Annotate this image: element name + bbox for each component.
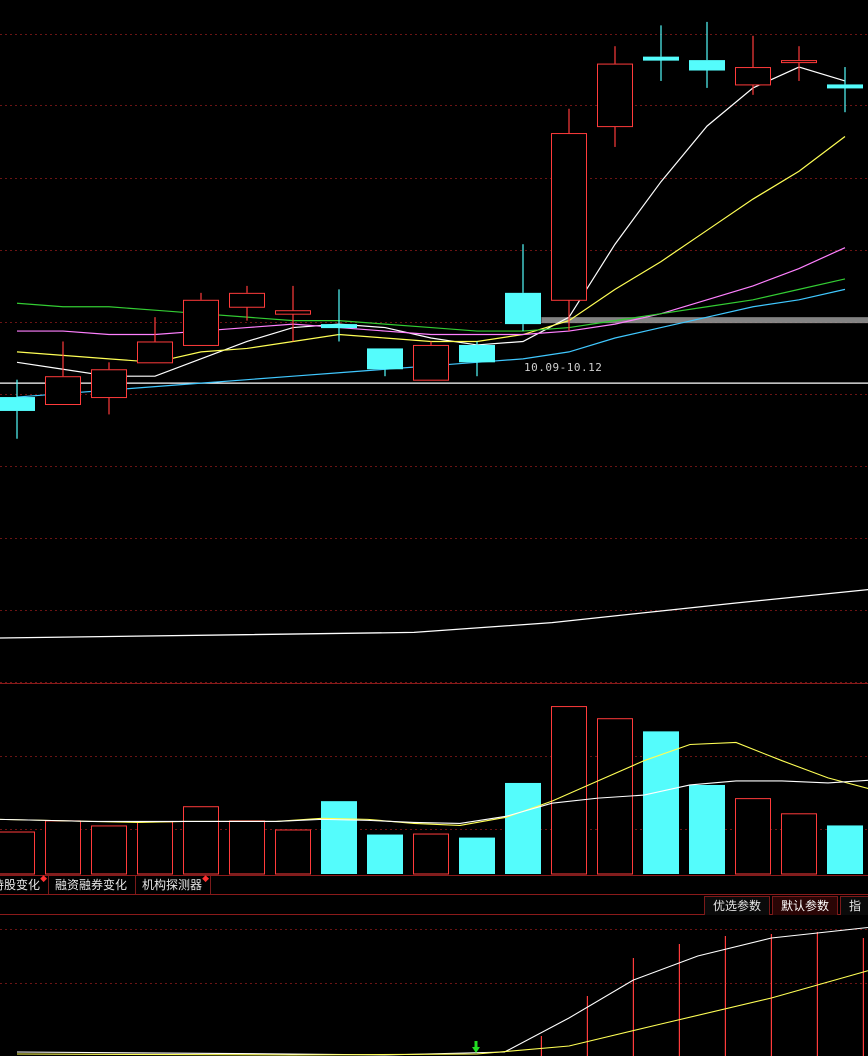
candle-body-up bbox=[91, 369, 127, 399]
candle-body-up bbox=[183, 299, 219, 346]
sub-indicator-panel bbox=[16, 926, 868, 1056]
tab-label: 机构探测器 bbox=[142, 878, 203, 892]
volume-bar-up bbox=[91, 825, 127, 875]
volume-bar-up bbox=[413, 833, 449, 875]
candle-body-down bbox=[459, 344, 495, 363]
indicator-params-button[interactable]: 指 bbox=[840, 896, 868, 915]
volume-bar-up bbox=[275, 829, 311, 875]
volume-bar-up bbox=[551, 706, 587, 875]
volume-bar-down bbox=[505, 782, 541, 874]
parameter-tabs: 优选参数 默认参数 指 bbox=[702, 896, 868, 915]
candle-body-up bbox=[735, 67, 771, 86]
candle-body-up bbox=[229, 292, 265, 308]
tab-label: 融资融券变化 bbox=[55, 878, 128, 892]
sub-indicator-line-ma1 bbox=[16, 926, 868, 1056]
sub-indicator-line-ma2 bbox=[16, 970, 868, 1056]
candle-body-up bbox=[781, 60, 817, 64]
new-dot-icon: ◆ bbox=[40, 874, 48, 884]
moving-average-line-ma4 bbox=[16, 278, 846, 332]
candle-body-down bbox=[689, 60, 725, 71]
volume-bar-down bbox=[321, 801, 357, 874]
volume-bar-up bbox=[735, 798, 771, 875]
volume-bar-down bbox=[827, 825, 863, 874]
preferred-params-button[interactable]: 优选参数 bbox=[704, 896, 771, 915]
indicator-tab-bar: 持股变化 ◆ 融资融券变化 机构探测器 ◆ bbox=[0, 874, 868, 894]
candle-body-down bbox=[321, 324, 357, 329]
candle-body-down bbox=[505, 292, 541, 325]
moving-average-line-ma2 bbox=[16, 136, 846, 363]
tab-holdings-change[interactable]: 持股变化 ◆ bbox=[0, 874, 50, 894]
candle-body-down bbox=[827, 84, 863, 89]
volume-bar-up bbox=[0, 831, 35, 875]
candle-body-down bbox=[0, 397, 35, 411]
volume-bar-down bbox=[367, 834, 403, 874]
tab-margin-trading-change[interactable]: 融资融券变化 bbox=[49, 876, 137, 894]
tab-institution-detector[interactable]: 机构探测器 ◆ bbox=[136, 874, 212, 894]
indicator-panel bbox=[0, 588, 868, 639]
chart-stage: 10.09-10.12 持股变化 ◆ 融资融券变化 机构探测器 ◆ 优选参数 默… bbox=[0, 0, 868, 1056]
volume-bar-down bbox=[459, 837, 495, 874]
volume-bar-down bbox=[689, 784, 725, 874]
candle-body-up bbox=[137, 341, 173, 364]
signal-arrow-icon bbox=[474, 1041, 478, 1047]
default-params-button[interactable]: 默认参数 bbox=[772, 896, 839, 915]
candle-body-up bbox=[45, 376, 81, 406]
candle-body-up bbox=[597, 63, 633, 128]
tab-label: 持股变化 bbox=[0, 878, 41, 892]
volume-bar-up bbox=[137, 821, 173, 875]
indicator-line bbox=[0, 588, 868, 639]
candle-body-down bbox=[367, 348, 403, 370]
new-dot-icon: ◆ bbox=[202, 874, 210, 884]
candle-body-down bbox=[643, 56, 679, 61]
volume-bar-up bbox=[781, 813, 817, 875]
volume-bar-up bbox=[183, 806, 219, 875]
volume-panel[interactable] bbox=[0, 706, 868, 875]
candle-body-up bbox=[413, 344, 449, 381]
candle-body-up bbox=[275, 310, 311, 315]
candle-body-up bbox=[551, 133, 587, 301]
price-range-label: 10.09-10.12 bbox=[524, 361, 603, 374]
volume-bar-up bbox=[45, 820, 81, 875]
price-panel[interactable] bbox=[0, 21, 868, 439]
volume-bar-up bbox=[229, 820, 265, 875]
volume-bar-down bbox=[643, 731, 679, 874]
